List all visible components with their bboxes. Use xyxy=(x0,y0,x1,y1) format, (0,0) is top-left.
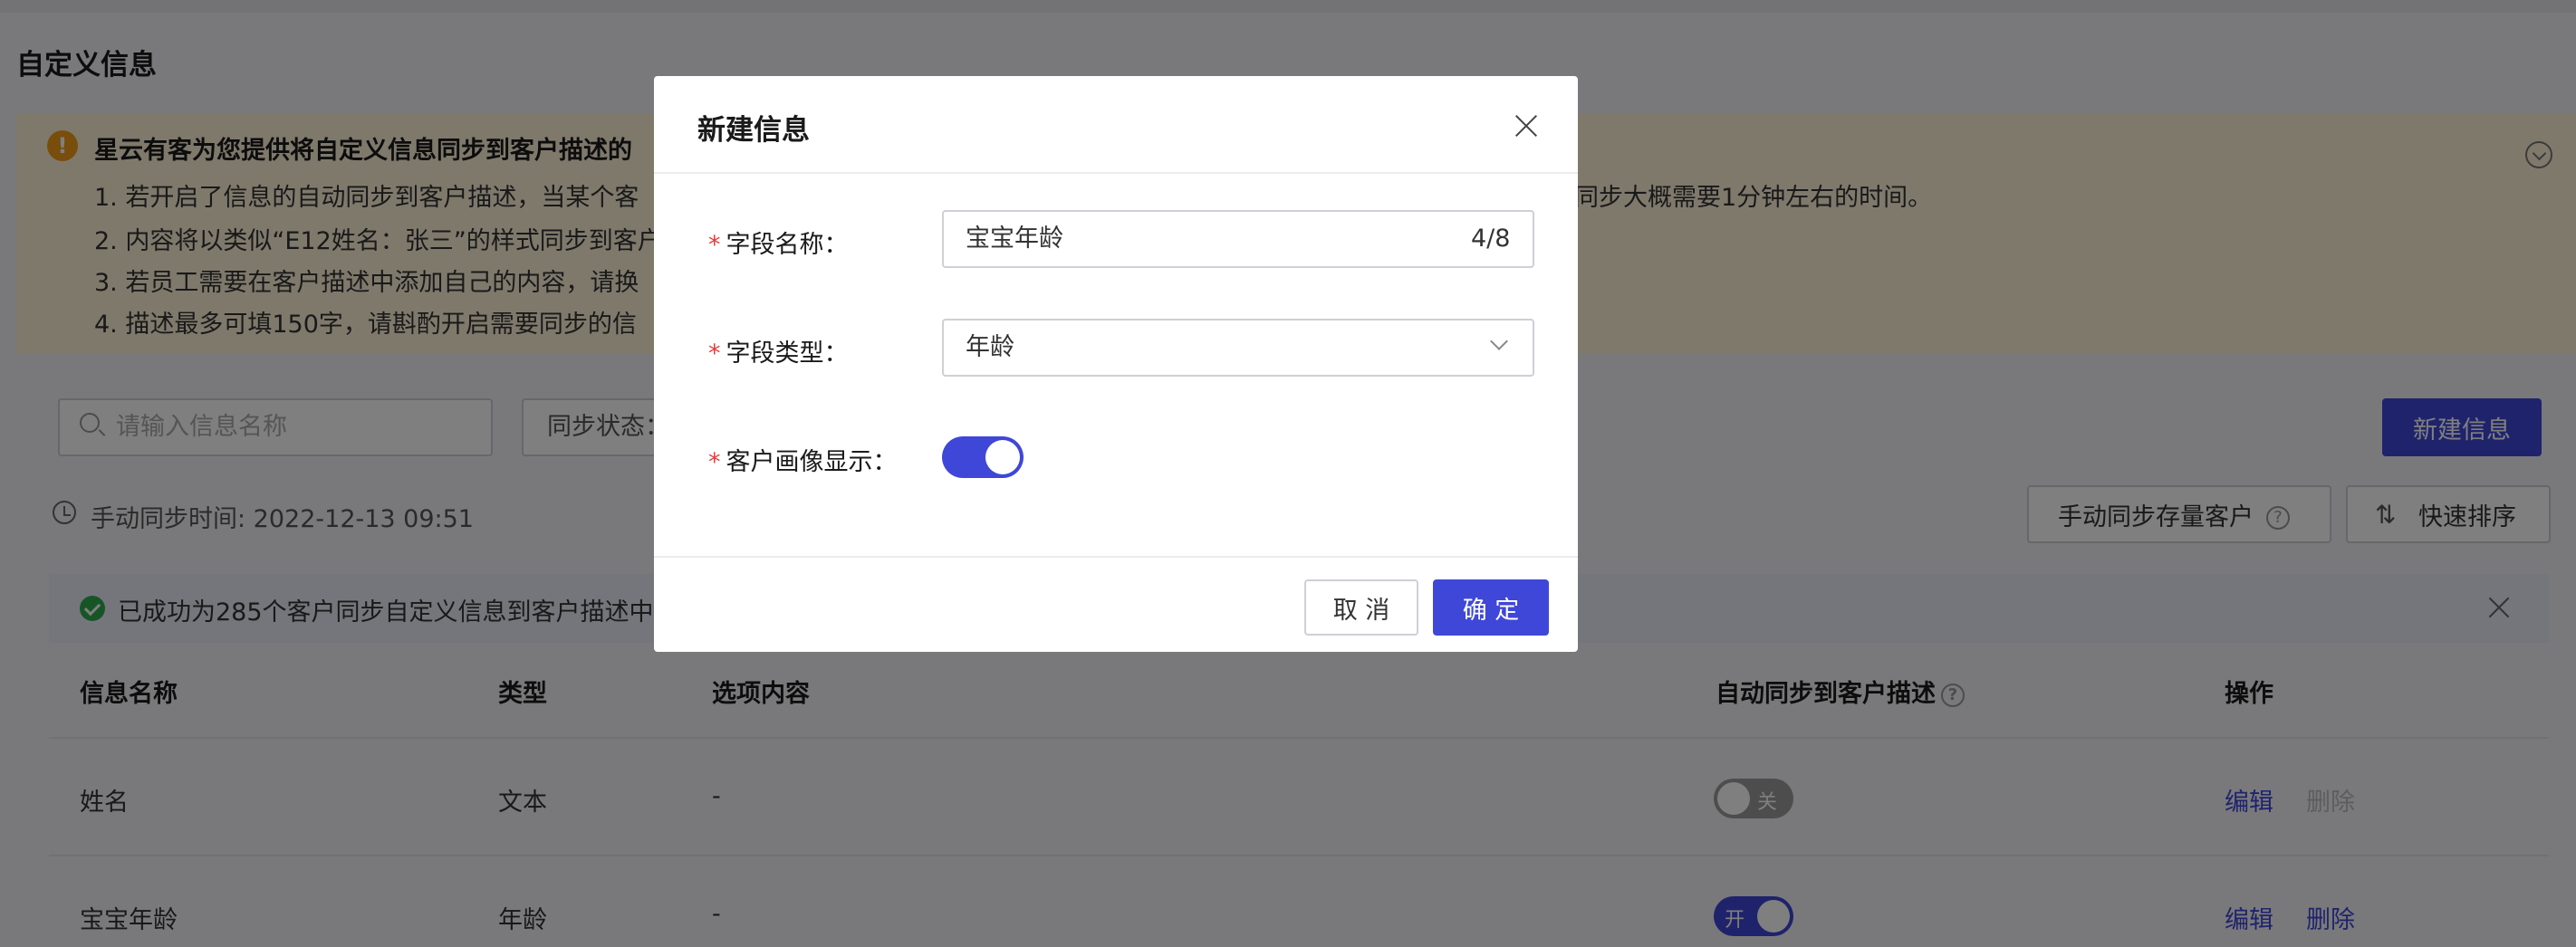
required-mark: * xyxy=(708,448,721,476)
field-name-label-text: 字段名称： xyxy=(726,231,849,259)
confirm-button[interactable]: 确 定 xyxy=(1433,579,1549,636)
portrait-label-text: 客户画像显示： xyxy=(726,448,898,476)
portrait-display-toggle[interactable] xyxy=(942,436,1024,478)
dialog-title: 新建信息 xyxy=(697,114,810,147)
field-type-label: * 字段类型： xyxy=(708,333,849,368)
dialog-header: 新建信息 xyxy=(654,76,1578,174)
dialog-footer: 取 消 确 定 xyxy=(654,556,1578,652)
field-name-input[interactable]: 宝宝年龄 xyxy=(942,210,1534,268)
field-name-label: * 字段名称： xyxy=(708,225,849,260)
cancel-button[interactable]: 取 消 xyxy=(1304,579,1418,636)
field-name-count: 4/8 xyxy=(1471,225,1511,253)
field-type-label-text: 字段类型： xyxy=(726,340,849,368)
toggle-knob xyxy=(985,440,1020,474)
close-icon[interactable] xyxy=(1514,114,1538,138)
field-type-select[interactable]: 年龄 xyxy=(942,319,1534,377)
new-info-dialog: 新建信息 * 字段名称： 宝宝年龄 4/8 * 字段类型： 年龄 * 客户画像显示： … xyxy=(654,76,1578,652)
required-mark: * xyxy=(708,231,721,259)
required-mark: * xyxy=(708,340,721,368)
portrait-label: * 客户画像显示： xyxy=(708,442,898,477)
